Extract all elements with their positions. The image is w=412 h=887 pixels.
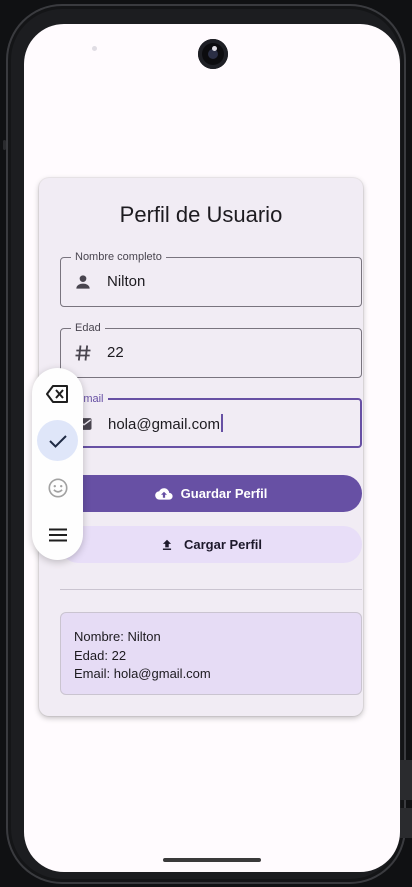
keyboard-toolbar: [32, 368, 83, 560]
upload-icon: [162, 539, 172, 550]
backspace-icon: [45, 384, 68, 403]
edge-panel: [400, 808, 412, 838]
save-profile-label: Guardar Perfil: [180, 486, 268, 501]
name-value: Nilton: [107, 273, 146, 290]
person-icon: [76, 275, 90, 289]
camera-cutout: [198, 39, 228, 69]
edge-panel: [400, 760, 412, 800]
check-button[interactable]: [37, 420, 78, 461]
age-value: 22: [107, 344, 124, 361]
emoji-button[interactable]: [37, 467, 78, 508]
summary-name: Nombre: Nilton: [74, 629, 161, 644]
summary-age: Edad: 22: [74, 647, 127, 663]
age-field[interactable]: Edad 22: [60, 321, 362, 378]
text-cursor: [220, 414, 223, 432]
load-profile-label: Cargar Perfil: [183, 537, 263, 552]
divider: [60, 589, 362, 590]
age-field-label: Edad: [71, 321, 105, 335]
status-indicator: [212, 46, 217, 51]
load-profile-button[interactable]: Cargar Perfil: [60, 526, 362, 563]
cloud-upload-icon: [154, 487, 173, 500]
backspace-button[interactable]: [37, 373, 78, 414]
profile-summary: Nombre: Nilton Edad: 22 Email: hola@gmai…: [60, 612, 362, 695]
name-field[interactable]: Nombre completo Nilton: [60, 250, 362, 307]
hash-icon: [75, 345, 91, 361]
side-button: [3, 140, 6, 150]
emoji-icon: [47, 477, 68, 498]
email-field[interactable]: Email hola@gmail.com: [60, 392, 362, 448]
profile-card: Perfil de Usuario Nombre completo Nilton…: [39, 178, 363, 716]
page-title: Perfil de Usuario: [119, 202, 283, 227]
home-indicator[interactable]: [163, 858, 261, 862]
name-field-label: Nombre completo: [71, 250, 166, 264]
summary-email: Email: hola@gmail.com: [74, 666, 211, 681]
email-value: hola@gmail.com: [108, 414, 223, 433]
check-icon: [48, 434, 67, 448]
status-indicator: [92, 46, 97, 51]
menu-button[interactable]: [37, 514, 78, 555]
save-profile-button[interactable]: Guardar Perfil: [60, 475, 362, 512]
menu-icon: [48, 528, 67, 541]
